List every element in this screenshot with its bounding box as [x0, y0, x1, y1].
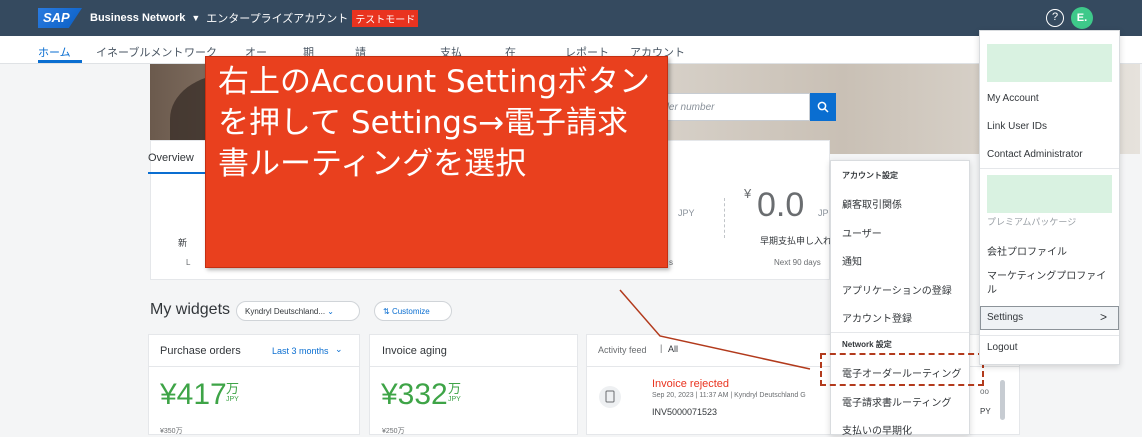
menu-application-registration[interactable]: アプリケーションの登録 [842, 282, 952, 297]
submenu-divider [831, 332, 969, 333]
redacted-user-info [987, 44, 1112, 82]
menu-my-account[interactable]: My Account [987, 93, 1039, 104]
account-menu-divider [980, 335, 1119, 336]
menu-premium-package[interactable]: プレミアムパッケージ [987, 215, 1076, 228]
account-menu-divider [980, 168, 1119, 169]
menu-logout[interactable]: Logout [987, 342, 1018, 353]
network-settings-heading: Network 設定 [842, 340, 892, 349]
menu-marketing-profile[interactable]: マーケティングプロファイル [987, 270, 1115, 298]
highlight-box [820, 353, 984, 386]
menu-account-registration[interactable]: アカウント登録 [842, 310, 912, 325]
menu-company-profile[interactable]: 会社プロファイル [987, 243, 1067, 258]
chevron-right-icon: > [1100, 310, 1108, 324]
menu-users[interactable]: ユーザー [842, 225, 882, 240]
menu-electronic-invoice-routing[interactable]: 電子請求書ルーティング [842, 394, 951, 409]
menu-notifications[interactable]: 通知 [842, 253, 862, 268]
menu-settings-label: Settings [987, 312, 1024, 323]
menu-contact-administrator[interactable]: Contact Administrator [987, 149, 1083, 160]
menu-customer-relationships[interactable]: 顧客取引関係 [842, 196, 902, 211]
menu-link-user-ids[interactable]: Link User IDs [987, 121, 1047, 132]
redacted-company-info [987, 175, 1112, 213]
account-settings-heading: アカウント設定 [842, 171, 898, 180]
